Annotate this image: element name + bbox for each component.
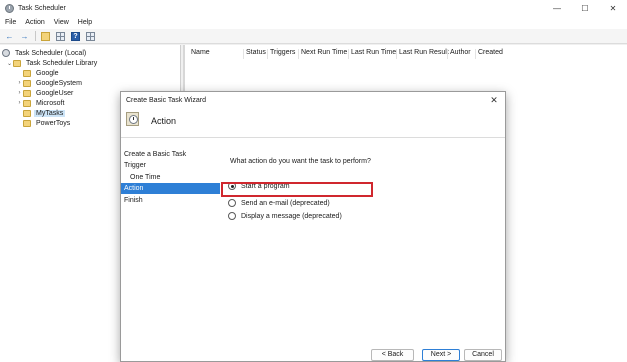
tree-item-mytasks[interactable]: MyTasks: [16, 108, 66, 118]
help-icon[interactable]: ?: [70, 31, 81, 42]
column-divider: [298, 49, 299, 59]
dialog-close-icon[interactable]: ✕: [488, 94, 500, 106]
folder-icon: [23, 119, 31, 127]
option-send-email[interactable]: Send an e-mail (deprecated): [228, 197, 330, 209]
tree-item-root[interactable]: Task Scheduler (Local): [2, 48, 88, 58]
tree-item-microsoft[interactable]: › Microsoft: [16, 98, 66, 108]
wizard-step-trigger[interactable]: Trigger: [121, 160, 220, 171]
menu-help[interactable]: Help: [78, 19, 92, 26]
chevron-right-icon[interactable]: ›: [16, 80, 23, 86]
wizard-step-action[interactable]: Action: [121, 183, 220, 194]
show-hide-pane-icon[interactable]: [55, 31, 66, 42]
menu-action[interactable]: Action: [25, 19, 44, 26]
radio-unselected[interactable]: [228, 199, 236, 207]
folder-icon[interactable]: [40, 31, 51, 42]
column-last-run-time[interactable]: Last Run Time: [351, 49, 396, 56]
menu-view[interactable]: View: [54, 19, 69, 26]
chevron-right-icon[interactable]: ›: [16, 100, 23, 106]
back-button[interactable]: < Back: [371, 349, 414, 361]
forward-arrow-icon[interactable]: →: [19, 31, 30, 42]
folder-icon: [23, 109, 31, 117]
column-next-run-time[interactable]: Next Run Time: [301, 49, 347, 56]
title-bar: Task Scheduler — ☐ ✕: [0, 0, 627, 16]
option-label: Send an e-mail (deprecated): [241, 199, 330, 207]
column-author[interactable]: Author: [450, 49, 471, 56]
option-display-message[interactable]: Display a message (deprecated): [228, 210, 342, 222]
column-divider: [243, 49, 244, 59]
dialog-title: Create Basic Task Wizard: [126, 96, 207, 104]
tree-item-google[interactable]: Google: [16, 68, 61, 78]
tree-item-googlesystem[interactable]: › GoogleSystem: [16, 78, 84, 88]
task-scheduler-window: Task Scheduler — ☐ ✕ File Action View He…: [0, 0, 627, 362]
menu-bar: File Action View Help: [0, 16, 627, 29]
folder-icon: [23, 99, 31, 107]
column-divider: [267, 49, 268, 59]
tree-item-powertoys[interactable]: PowerToys: [16, 118, 72, 128]
column-divider: [396, 49, 397, 59]
column-divider: [475, 49, 476, 59]
next-button[interactable]: Next >: [422, 349, 460, 361]
wizard-content: What action do you want the task to perf…: [221, 139, 505, 349]
step-heading: Action: [151, 116, 177, 126]
back-arrow-icon[interactable]: ←: [4, 31, 15, 42]
folder-icon: [13, 59, 21, 67]
column-last-run-result[interactable]: Last Run Result: [399, 49, 449, 56]
menu-file[interactable]: File: [5, 19, 16, 26]
column-name[interactable]: Name: [191, 49, 210, 56]
dialog-header: Action: [121, 108, 505, 138]
folder-icon: [23, 69, 31, 77]
chevron-down-icon[interactable]: ⌄: [6, 60, 13, 67]
wizard-step-create-basic-task[interactable]: Create a Basic Task: [121, 149, 220, 160]
clock-icon: [2, 49, 10, 57]
column-divider: [348, 49, 349, 59]
action-question: What action do you want the task to perf…: [230, 158, 371, 165]
radio-unselected[interactable]: [228, 212, 236, 220]
wizard-step-finish[interactable]: Finish: [121, 195, 220, 206]
properties-icon[interactable]: [85, 31, 96, 42]
folder-icon: [23, 79, 31, 87]
window-title: Task Scheduler: [18, 4, 66, 12]
column-status[interactable]: Status: [246, 49, 266, 56]
toolbar: ← → ?: [0, 29, 627, 44]
tree-item-googleuser[interactable]: › GoogleUser: [16, 88, 75, 98]
highlight-annotation: [221, 182, 373, 197]
dialog-title-bar: Create Basic Task Wizard ✕: [121, 92, 505, 108]
toolbar-divider: [35, 31, 36, 41]
chevron-right-icon[interactable]: ›: [16, 90, 23, 96]
tree-item-library[interactable]: ⌄ Task Scheduler Library: [6, 58, 99, 68]
minimize-button[interactable]: —: [543, 0, 571, 16]
folder-icon: [23, 89, 31, 97]
task-scheduler-app-icon: [5, 3, 14, 13]
cancel-button[interactable]: Cancel: [464, 349, 502, 361]
option-label: Display a message (deprecated): [241, 212, 342, 220]
wizard-step-list: Create a Basic Task Trigger One Time Act…: [121, 139, 220, 349]
task-wizard-icon: [125, 111, 141, 127]
close-window-button[interactable]: ✕: [599, 0, 627, 16]
create-basic-task-wizard: Create Basic Task Wizard ✕ Action Create…: [120, 91, 506, 362]
dialog-footer: < Back Next > Cancel: [121, 349, 505, 362]
maximize-button[interactable]: ☐: [571, 0, 599, 16]
column-created[interactable]: Created: [478, 49, 503, 56]
column-triggers[interactable]: Triggers: [270, 49, 295, 56]
window-controls: — ☐ ✕: [543, 0, 627, 16]
column-divider: [447, 49, 448, 59]
task-list-header: Name Status Triggers Next Run Time Last …: [185, 49, 627, 59]
wizard-step-one-time[interactable]: One Time: [121, 172, 220, 183]
